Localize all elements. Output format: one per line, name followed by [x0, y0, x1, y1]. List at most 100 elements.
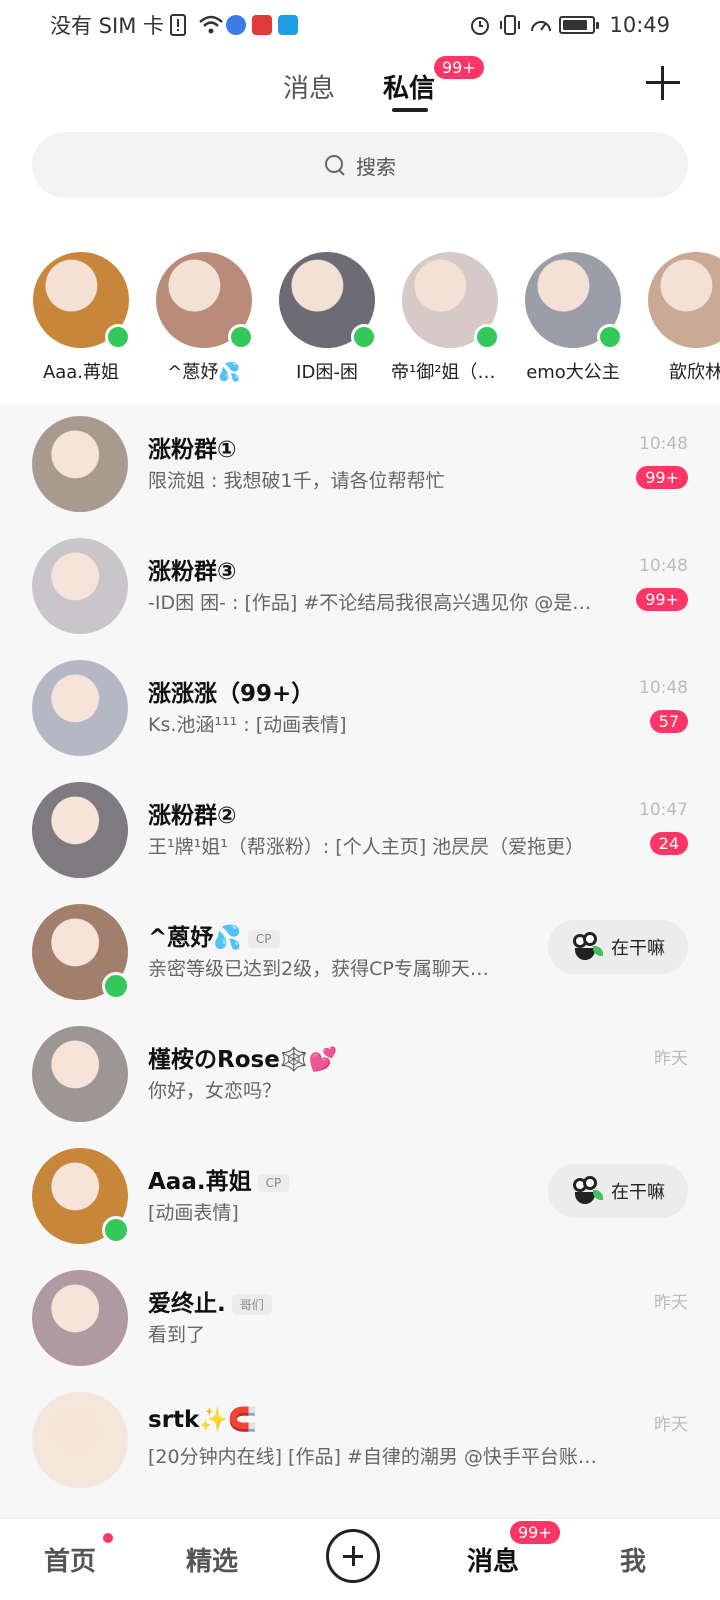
- speed-icon: [529, 14, 552, 36]
- wifi-icon: [198, 14, 223, 36]
- story-item[interactable]: emo大公主: [510, 252, 636, 384]
- avatar: [648, 252, 720, 348]
- message-preview: 亲密等级已达到2级，获得CP专属聊天…: [148, 958, 489, 980]
- dm-unread-badge: 99+: [434, 56, 484, 79]
- nav-messages[interactable]: 消息: [467, 1541, 519, 1578]
- timestamp: 昨天: [654, 1049, 688, 1069]
- conversation-list: 涨粉群① 限流姐 : 我想破1千，请各位帮帮忙 10:48 99+ 涨粉群③ -ID困 困…: [0, 404, 720, 1518]
- search-placeholder: 搜索: [356, 154, 396, 179]
- relation-tag: CP: [257, 1173, 290, 1192]
- online-indicator: [474, 324, 500, 350]
- tab-direct-messages[interactable]: 私信: [383, 68, 435, 105]
- avatar[interactable]: [32, 660, 128, 756]
- online-indicator: [597, 324, 623, 350]
- avatar: [402, 252, 500, 350]
- conversation-name: 涨粉群①: [148, 437, 237, 463]
- conversation-row[interactable]: ^蒽妤💦 CP 亲密等级已达到2级，获得CP专属聊天… 在干嘛: [0, 892, 720, 1016]
- story-name: ^蒽妤💦: [167, 362, 241, 383]
- create-button[interactable]: [326, 1529, 380, 1583]
- avatar[interactable]: [32, 782, 128, 878]
- vibrate-icon: [499, 14, 521, 36]
- online-indicator: [102, 972, 130, 1000]
- conversation-name: 爱终止.: [148, 1291, 226, 1317]
- tab-messages[interactable]: 消息: [283, 68, 335, 105]
- app-notification-icon: [226, 15, 246, 35]
- active-tab-indicator: [392, 108, 428, 112]
- conversation-name: ^蒽妤💦: [148, 925, 242, 951]
- conversation-row[interactable]: 涨涨涨（99+） Ks.池涵¹¹¹ : [动画表情] 10:48 57: [0, 648, 720, 772]
- unread-count-badge: 24: [649, 832, 688, 855]
- carrier-label: 没有 SIM 卡: [50, 14, 164, 38]
- conversation-title: 爱终止. 哥们: [148, 1284, 272, 1318]
- story-name: 帝¹御²姐（冲…: [391, 362, 513, 383]
- greet-button[interactable]: 在干嘛: [548, 920, 688, 974]
- avatar: [156, 252, 254, 350]
- conversation-row[interactable]: Aaa.苒姐 CP [动画表情] 在干嘛: [0, 1136, 720, 1260]
- conversation-name: 涨涨涨（99+）: [148, 681, 315, 707]
- avatar: [279, 252, 377, 350]
- conversation-title: 涨粉群②: [148, 796, 236, 830]
- timestamp: 10:48: [639, 434, 688, 454]
- online-indicator: [105, 324, 131, 350]
- alarm-icon: [469, 14, 491, 36]
- avatar[interactable]: [32, 1270, 128, 1366]
- search-bar[interactable]: 搜索: [32, 132, 688, 198]
- conversation-name: 涨粉群③: [148, 559, 237, 585]
- timestamp: 10:48: [639, 556, 688, 576]
- battery-icon: [559, 16, 600, 34]
- nav-featured[interactable]: 精选: [186, 1541, 238, 1578]
- online-indicator: [351, 324, 377, 350]
- timestamp: 10:47: [639, 800, 688, 820]
- relation-tag: CP: [247, 929, 280, 948]
- conversation-name: 槿桉のRose🕸️💕: [148, 1047, 338, 1073]
- conversation-row[interactable]: srtk✨🧲 [20分钟内在线] [作品] #自律的潮男 @快手平台账号 官… 昨天: [0, 1380, 720, 1504]
- conversation-name: srtk✨🧲: [148, 1407, 257, 1433]
- story-item[interactable]: ID困-困: [264, 252, 390, 384]
- message-preview: Ks.池涵¹¹¹ : [动画表情]: [148, 714, 347, 736]
- timestamp: 昨天: [654, 1415, 688, 1435]
- emoji-face-icon: [571, 932, 603, 962]
- avatar[interactable]: [32, 1392, 128, 1488]
- greet-button[interactable]: 在干嘛: [548, 1164, 688, 1218]
- conversation-title: 涨涨涨（99+）: [148, 674, 314, 708]
- story-name: ID困-困: [296, 362, 358, 383]
- conversation-row[interactable]: 涨粉群① 限流姐 : 我想破1千，请各位帮帮忙 10:48 99+: [0, 404, 720, 528]
- conversation-title: srtk✨🧲: [148, 1406, 257, 1433]
- message-preview: [动画表情]: [148, 1202, 239, 1224]
- story-item[interactable]: ^蒽妤💦: [141, 252, 267, 384]
- story-item[interactable]: Aaa.苒姐: [18, 252, 144, 384]
- relation-tag: 哥们: [231, 1294, 272, 1315]
- avatar[interactable]: [32, 416, 128, 512]
- conversation-row[interactable]: 爱终止. 哥们 看到了 昨天: [0, 1258, 720, 1382]
- conversation-title: 槿桉のRose🕸️💕: [148, 1040, 337, 1074]
- greet-label: 在干嘛: [611, 938, 665, 959]
- emoji-face-icon: [571, 1176, 603, 1206]
- home-notification-dot: [103, 1533, 113, 1543]
- conversation-title: ^蒽妤💦 CP: [148, 918, 280, 952]
- conversation-name: 涨粉群②: [148, 803, 237, 829]
- clock: 10:49: [609, 13, 670, 37]
- status-bar: 没有 SIM 卡 10:49: [0, 0, 720, 50]
- nav-me[interactable]: 我: [620, 1541, 646, 1578]
- conversation-row[interactable]: 涨粉群② 王¹牌¹姐¹（帮涨粉）: [个人主页] 池昃昃（爱拖更） 10:47 24: [0, 770, 720, 894]
- unread-count-badge: 57: [649, 710, 688, 733]
- avatar[interactable]: [32, 1026, 128, 1122]
- conversation-row[interactable]: 槿桉のRose🕸️💕 你好，女恋吗？ 昨天: [0, 1014, 720, 1138]
- story-item[interactable]: 帝¹御²姐（冲…: [387, 252, 513, 384]
- header: 消息 私信 99+: [0, 50, 720, 120]
- online-indicator: [102, 1216, 130, 1244]
- greet-label: 在干嘛: [611, 1182, 665, 1203]
- avatar: [33, 252, 131, 350]
- story-item[interactable]: 歆欣林: [633, 252, 720, 384]
- search-icon: [324, 154, 346, 176]
- avatar[interactable]: [32, 538, 128, 634]
- plus-icon[interactable]: [646, 66, 680, 100]
- search-app-icon: [278, 15, 298, 35]
- conversation-row[interactable]: 涨粉群③ -ID困 困- : [作品] #不论结局我很高兴遇见你 @是… 10:48…: [0, 526, 720, 650]
- nav-home[interactable]: 首页: [44, 1541, 96, 1578]
- unread-count-badge: 99+: [636, 588, 688, 611]
- conversation-name: Aaa.苒姐: [148, 1169, 252, 1195]
- book-app-icon: [252, 15, 272, 35]
- sim-alert-icon: [170, 14, 192, 36]
- avatar: [525, 252, 623, 350]
